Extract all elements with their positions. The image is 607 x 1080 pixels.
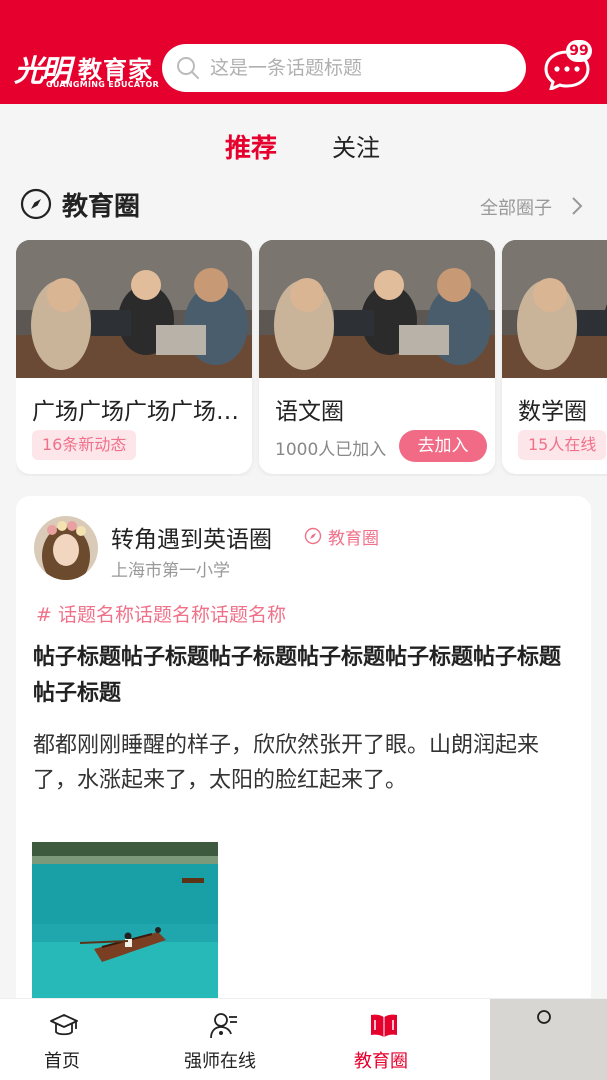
- post-body: 都都刚刚睡醒的样子，欣欣然张开了眼。山朗润起来了，水涨起来了，太阳的脸红起来了。: [33, 733, 540, 793]
- tab-follow[interactable]: 关注: [332, 128, 380, 163]
- join-circle-button[interactable]: 去加入: [399, 430, 487, 462]
- feed-tabs: 推荐 关注: [0, 120, 607, 176]
- circle-cover-image: [259, 240, 495, 378]
- circle-carousel[interactable]: 广场广场广场广场广场 16条新动态 语文圈 1000人已加入 去加入 数学圈 1…: [16, 240, 607, 476]
- post-topic[interactable]: # 话题名称话题名称话题名称: [36, 600, 286, 627]
- nav-education-circle[interactable]: 教育圈: [350, 999, 420, 1080]
- nav-education-circle-label: 教育圈: [354, 1051, 408, 1072]
- circle-card[interactable]: 语文圈 1000人已加入 去加入: [259, 240, 495, 474]
- graduation-cap-icon: [50, 1014, 78, 1036]
- nav-home[interactable]: 首页: [40, 999, 88, 1080]
- bottom-nav: 首页 强师在线 教育圈: [0, 998, 607, 1080]
- circle-card[interactable]: 数学圈 15人在线: [502, 240, 607, 474]
- message-button[interactable]: 99: [542, 40, 592, 92]
- search-input[interactable]: [210, 44, 510, 92]
- circle-cover-image: [502, 240, 607, 378]
- post-title: 帖子标题帖子标题帖子标题帖子标题帖子标题帖子标题帖子标题: [33, 645, 562, 706]
- circle-activity-badge: 16条新动态: [32, 430, 137, 460]
- compass-icon: [304, 527, 322, 545]
- app-logo: 光明 教育家 GUANGMING EDUCATOR: [14, 44, 159, 94]
- message-badge: 99: [566, 40, 592, 62]
- search-bar[interactable]: [162, 44, 526, 92]
- tab-recommend[interactable]: 推荐: [225, 128, 277, 165]
- nav-teacher-label: 强师在线: [184, 1051, 256, 1072]
- circle-card[interactable]: 广场广场广场广场广场 16条新动态: [16, 240, 252, 474]
- education-circle-section-header: 教育圈 全部圈子: [0, 180, 607, 230]
- app-header: 光明 教育家 GUANGMING EDUCATOR 99: [0, 0, 607, 104]
- post-card[interactable]: 转角遇到英语圈 教育圈 上海市第一小学 # 话题名称话题名称话题名称 帖子标题帖…: [16, 496, 591, 1016]
- circle-online-badge: 15人在线: [518, 430, 607, 460]
- nav-profile[interactable]: [490, 999, 607, 1080]
- post-circle-name: 教育圈: [328, 529, 379, 549]
- logo-subtitle: GUANGMING EDUCATOR: [46, 80, 160, 89]
- nav-home-label: 首页: [44, 1051, 80, 1072]
- teacher-icon: [210, 1013, 237, 1039]
- author-name[interactable]: 转角遇到英语圈: [111, 520, 272, 554]
- all-circles-link[interactable]: 全部圈子: [480, 194, 552, 220]
- chevron-right-icon[interactable]: [570, 196, 584, 216]
- post-image[interactable]: [32, 842, 218, 1016]
- circle-name: 语文圈: [275, 399, 344, 425]
- compass-icon: [20, 188, 52, 220]
- circle-member-count: 1000人已加入: [275, 440, 387, 460]
- section-title: 教育圈: [62, 192, 141, 222]
- circle-cover-image: [16, 240, 252, 378]
- search-icon: [177, 57, 199, 79]
- circle-name: 数学圈: [518, 399, 587, 425]
- author-school: 上海市第一小学: [111, 561, 230, 581]
- nav-teacher-online[interactable]: 强师在线: [182, 999, 266, 1080]
- circle-name: 广场广场广场广场广场: [32, 399, 242, 425]
- user-icon: [537, 1010, 551, 1024]
- author-avatar[interactable]: [34, 516, 98, 580]
- book-icon: [371, 1014, 397, 1037]
